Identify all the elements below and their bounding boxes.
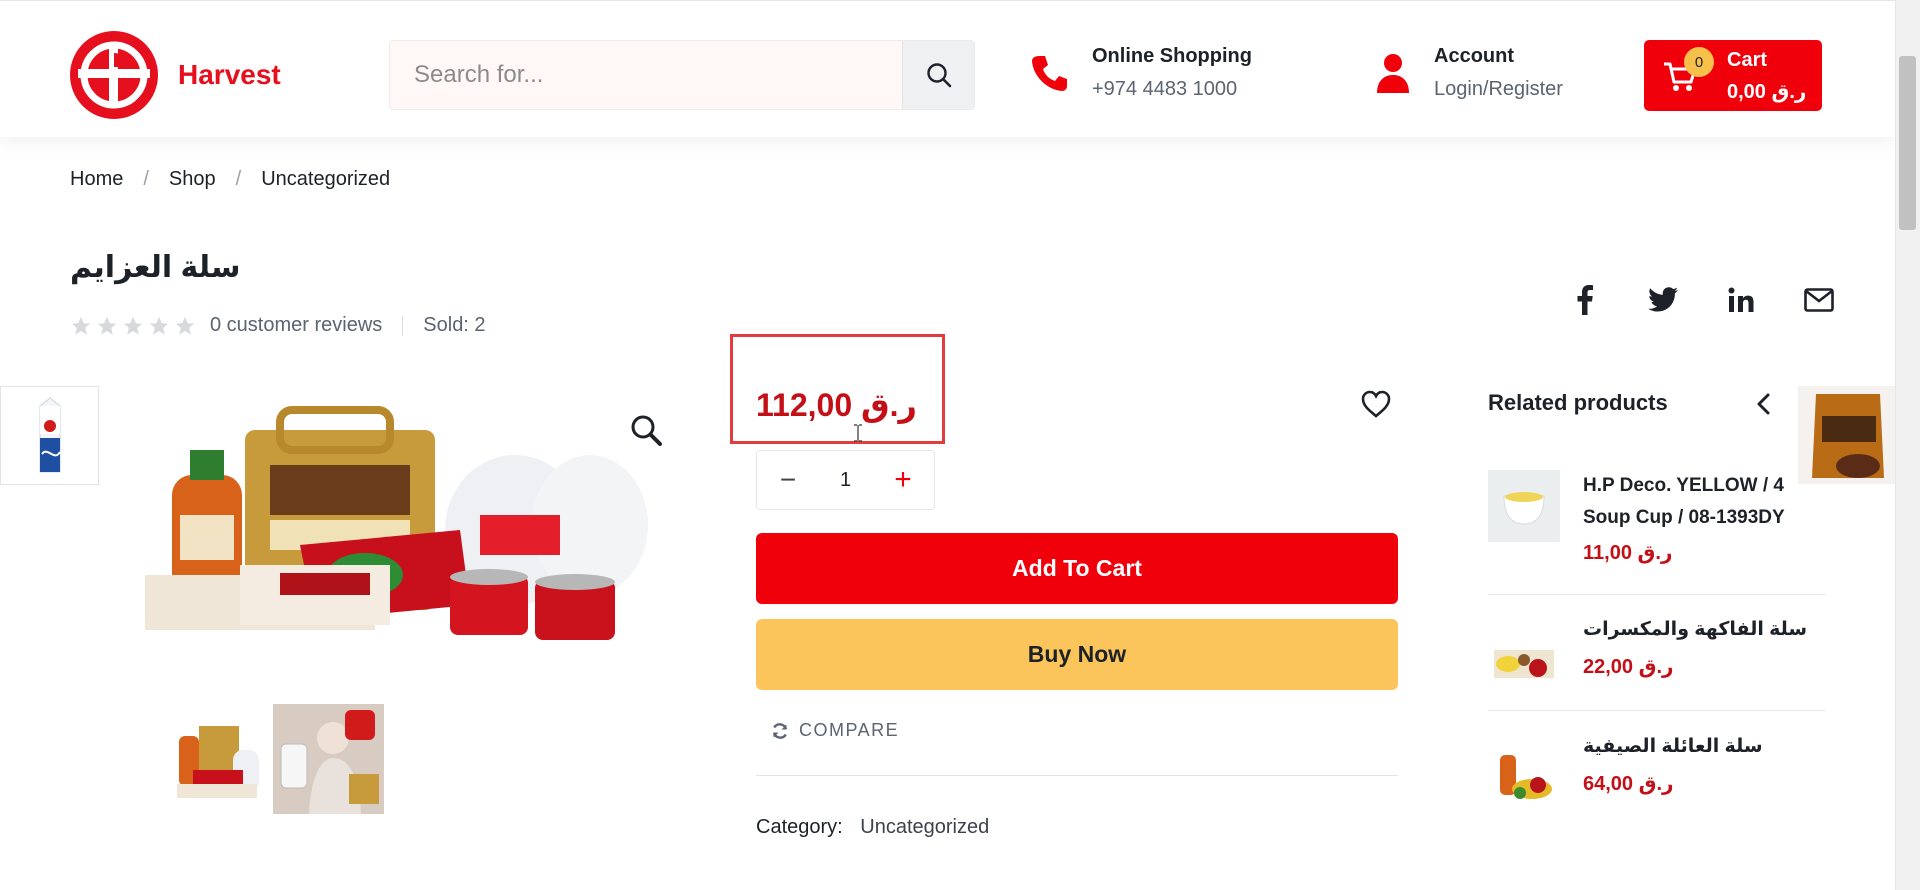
search-bar (389, 40, 975, 110)
brand-logo[interactable]: Harvest (68, 29, 281, 121)
related-product-name-line: H.P Deco. YELLOW / 4 (1583, 475, 1784, 496)
add-to-cart-button[interactable]: Add To Cart (756, 533, 1398, 604)
harvest-logo-icon (70, 31, 158, 119)
related-product-name[interactable]: H.P Deco. YELLOW / 4 Soup Cup / 08-1393D… (1583, 470, 1785, 534)
related-product-item[interactable]: سلة الفاكهة والمكسرات 22,00 ر.ق (1488, 614, 1826, 710)
user-icon (1377, 54, 1409, 93)
category-label: Category: (756, 816, 843, 838)
category-link[interactable]: Uncategorized (860, 816, 989, 838)
cart-button[interactable]: 0 Cart 0,00 ر.ق (1644, 40, 1822, 111)
breadcrumb-home[interactable]: Home (70, 168, 123, 191)
related-product-name[interactable]: سلة الفاكهة والمكسرات (1583, 614, 1807, 646)
related-product-image (1488, 741, 1560, 813)
breadcrumb-shop[interactable]: Shop (169, 168, 216, 191)
login-register-link[interactable]: Login/Register (1434, 78, 1563, 101)
linkedin-share-button[interactable] (1724, 283, 1758, 317)
star-icon (71, 316, 91, 335)
product-main-image[interactable] (130, 405, 670, 665)
related-product-name[interactable]: سلة العائلة الصيفية (1583, 731, 1763, 763)
star-icon (175, 316, 195, 335)
star-icon (149, 316, 169, 335)
facebook-icon (1577, 285, 1593, 315)
chevron-left-icon[interactable] (1752, 392, 1776, 416)
sold-count: Sold: 2 (423, 314, 486, 336)
twitter-share-button[interactable] (1646, 283, 1680, 317)
related-product-item[interactable]: H.P Deco. YELLOW / 4 Soup Cup / 08-1393D… (1488, 470, 1826, 566)
contact-title: Online Shopping (1092, 45, 1252, 67)
product-price: 112,00 ر.ق (756, 387, 917, 423)
quantity-input[interactable]: 1 (840, 469, 851, 492)
customer-reviews-link[interactable]: 0 customer reviews (210, 314, 382, 337)
breadcrumb: Home / Shop / Uncategorized (70, 168, 390, 191)
cart-count-badge: 0 (1684, 47, 1714, 77)
breadcrumb-separator: / (235, 168, 242, 190)
account-title: Account (1434, 45, 1514, 67)
breadcrumb-separator: / (143, 168, 149, 190)
related-products-title: Related products (1488, 390, 1668, 415)
related-product-name-line: Soup Cup / 08-1393DY (1583, 507, 1785, 528)
brand-name: Harvest (178, 59, 281, 90)
related-product-price: 22,00 ر.ق (1583, 656, 1674, 678)
buy-now-button[interactable]: Buy Now (756, 619, 1398, 690)
gallery-thumbnail-1[interactable] (173, 704, 263, 814)
gallery-thumbnail-2[interactable] (273, 704, 384, 814)
contact-info[interactable]: Online Shopping +974 4483 1000 (1030, 45, 1252, 101)
divider (402, 315, 404, 336)
scrollbar-thumb[interactable] (1899, 56, 1916, 230)
zoom-magnifier-icon[interactable] (628, 412, 664, 448)
contact-phone[interactable]: +974 4483 1000 (1092, 78, 1252, 101)
product-title: سلة العزايم (70, 251, 241, 284)
search-input[interactable] (390, 41, 902, 109)
wishlist-heart-icon[interactable] (1360, 388, 1392, 420)
facebook-share-button[interactable] (1568, 283, 1602, 317)
cart-label: Cart (1727, 49, 1768, 71)
rating-stars (70, 315, 196, 337)
breadcrumb-current[interactable]: Uncategorized (261, 168, 390, 191)
related-product-item[interactable]: سلة العائلة الصيفية 64,00 ر.ق (1488, 731, 1826, 827)
rating-row: 0 customer reviews Sold: 2 (70, 314, 486, 337)
refresh-compare-icon (772, 722, 788, 739)
site-header: Harvest Online Shopping +974 4483 1000 A… (0, 0, 1895, 137)
star-icon (97, 316, 117, 335)
related-product-image (1488, 624, 1560, 696)
compare-label: COMPARE (799, 720, 900, 740)
account-link[interactable]: Account Login/Register (1376, 45, 1563, 101)
related-product-image (1488, 470, 1560, 542)
search-icon (926, 63, 951, 88)
recently-viewed-thumbnail[interactable] (0, 386, 99, 485)
divider (1488, 594, 1826, 595)
star-icon (123, 316, 143, 335)
text-cursor-icon (854, 424, 862, 442)
email-share-button[interactable] (1802, 283, 1836, 317)
quantity-stepper: − 1 + (756, 450, 935, 510)
related-product-price: 11,00 ر.ق (1583, 542, 1673, 564)
linkedin-icon (1728, 287, 1754, 312)
quantity-decrease-button[interactable]: − (777, 464, 799, 496)
search-button[interactable] (902, 41, 974, 109)
divider (1488, 710, 1826, 711)
divider (756, 775, 1398, 776)
product-category: Category: Uncategorized (756, 816, 989, 839)
cart-total: 0,00 ر.ق (1727, 81, 1807, 103)
phone-icon (1032, 56, 1067, 91)
twitter-icon (1648, 287, 1678, 312)
envelope-icon (1804, 288, 1834, 312)
quantity-increase-button[interactable]: + (892, 463, 914, 497)
milk-carton-image (39, 396, 61, 472)
related-product-price: 64,00 ر.ق (1583, 773, 1674, 795)
compare-button[interactable]: COMPARE (771, 720, 899, 741)
share-links (1568, 283, 1836, 317)
